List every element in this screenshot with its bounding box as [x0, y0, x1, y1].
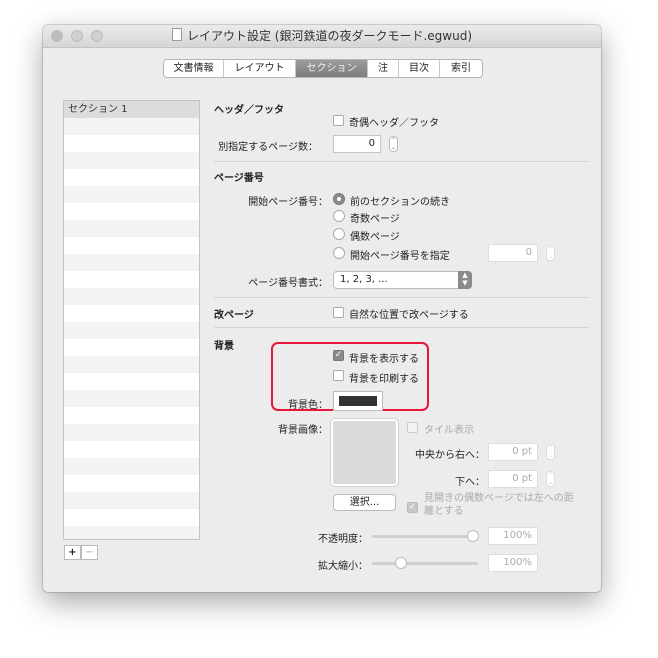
background-color-well[interactable]: [333, 391, 383, 411]
remove-section-button[interactable]: −: [81, 545, 98, 560]
radio-even[interactable]: [333, 228, 345, 240]
tab-bar: 文書情報 レイアウト セクション 注 目次 索引: [163, 59, 483, 78]
start-page-stepper[interactable]: ⌃ ⌄: [546, 245, 555, 261]
opacity-field[interactable]: 100%: [488, 527, 538, 545]
offset-right-field[interactable]: 0 pt: [488, 443, 538, 461]
scale-slider-knob[interactable]: [395, 557, 407, 569]
mirror-label: 見開きの偶数ページでは左への距離とする: [424, 493, 574, 517]
scale-field[interactable]: 100%: [488, 554, 538, 572]
zoom-button[interactable]: [91, 30, 103, 42]
background-heading: 背景: [214, 341, 234, 352]
format-value: 1, 2, 3, ...: [340, 274, 388, 285]
tab-document-info[interactable]: 文書情報: [164, 60, 224, 77]
format-label: ページ番号書式：: [248, 278, 328, 289]
offset-down-label: 下へ：: [455, 477, 485, 488]
tab-index[interactable]: 索引: [440, 60, 482, 77]
show-background-label: 背景を表示する: [349, 354, 419, 365]
document-icon: [171, 28, 182, 41]
natural-break-checkbox[interactable]: [333, 307, 344, 318]
page-number-heading: ページ番号: [214, 173, 264, 184]
divider: [214, 297, 589, 298]
offset-down-field[interactable]: 0 pt: [488, 470, 538, 488]
format-popup[interactable]: 1, 2, 3, ... ▲ ▼: [333, 271, 472, 289]
tile-checkbox[interactable]: [407, 422, 418, 433]
scale-label: 拡大縮小：: [318, 561, 368, 572]
start-page-label: 開始ページ番号：: [248, 197, 328, 208]
radio-continue[interactable]: [333, 193, 345, 205]
offset-right-stepper[interactable]: ⌃ ⌄: [546, 444, 555, 460]
color-swatch: [339, 396, 377, 406]
background-image-label: 背景画像：: [278, 425, 328, 436]
radio-specify-label: 開始ページ番号を指定: [350, 251, 450, 262]
mirror-checkbox[interactable]: ✓: [407, 502, 418, 513]
separate-pages-field[interactable]: 0: [333, 135, 381, 153]
radio-odd[interactable]: [333, 210, 345, 222]
radio-continue-label: 前のセクションの続き: [350, 197, 450, 208]
offset-down-stepper[interactable]: ⌃ ⌄: [546, 471, 555, 487]
print-background-checkbox[interactable]: [333, 370, 344, 381]
print-background-label: 背景を印刷する: [349, 374, 419, 385]
separate-pages-stepper[interactable]: ⌃ ⌄: [389, 136, 398, 152]
natural-break-label: 自然な位置で改ページする: [349, 310, 469, 321]
window-title: レイアウト設定 (銀河鉄道の夜ダークモード.egwud): [186, 29, 473, 43]
show-background-checkbox[interactable]: ✓: [333, 350, 344, 361]
section-list[interactable]: セクション 1: [63, 100, 200, 540]
divider: [214, 327, 589, 328]
tile-label: タイル表示: [424, 425, 474, 436]
close-button[interactable]: [51, 30, 63, 42]
radio-odd-label: 奇数ページ: [350, 214, 400, 225]
tab-toc[interactable]: 目次: [399, 60, 440, 77]
start-page-field[interactable]: 0: [488, 244, 538, 262]
tab-notes[interactable]: 注: [368, 60, 399, 77]
offset-right-label: 中央から右へ：: [415, 450, 485, 461]
choose-image-button[interactable]: 選択...: [333, 494, 396, 511]
page-break-heading: 改ページ: [214, 310, 254, 321]
odd-even-label: 奇偶ヘッダ／フッタ: [349, 118, 439, 129]
add-section-button[interactable]: +: [64, 545, 81, 560]
section-list-item[interactable]: セクション 1: [64, 101, 199, 118]
scale-slider-track[interactable]: [372, 562, 478, 565]
opacity-label: 不透明度：: [318, 534, 368, 545]
odd-even-checkbox[interactable]: [333, 115, 344, 126]
tab-section[interactable]: セクション: [296, 60, 368, 77]
header-footer-heading: ヘッダ／フッタ: [214, 105, 284, 116]
chevron-updown-icon: ▲ ▼: [458, 271, 472, 289]
divider: [214, 161, 589, 162]
opacity-slider-knob[interactable]: [467, 530, 479, 542]
title-bar: レイアウト設定 (銀河鉄道の夜ダークモード.egwud): [43, 25, 601, 48]
opacity-slider-track[interactable]: [372, 535, 478, 538]
background-color-label: 背景色：: [288, 400, 328, 411]
radio-even-label: 偶数ページ: [350, 232, 400, 243]
layout-settings-window: レイアウト設定 (銀河鉄道の夜ダークモード.egwud) 文書情報 レイアウト …: [43, 25, 601, 592]
separate-pages-label: 別指定するページ数：: [218, 142, 318, 153]
radio-specify[interactable]: [333, 247, 345, 259]
tab-layout[interactable]: レイアウト: [224, 60, 296, 77]
minimize-button[interactable]: [71, 30, 83, 42]
